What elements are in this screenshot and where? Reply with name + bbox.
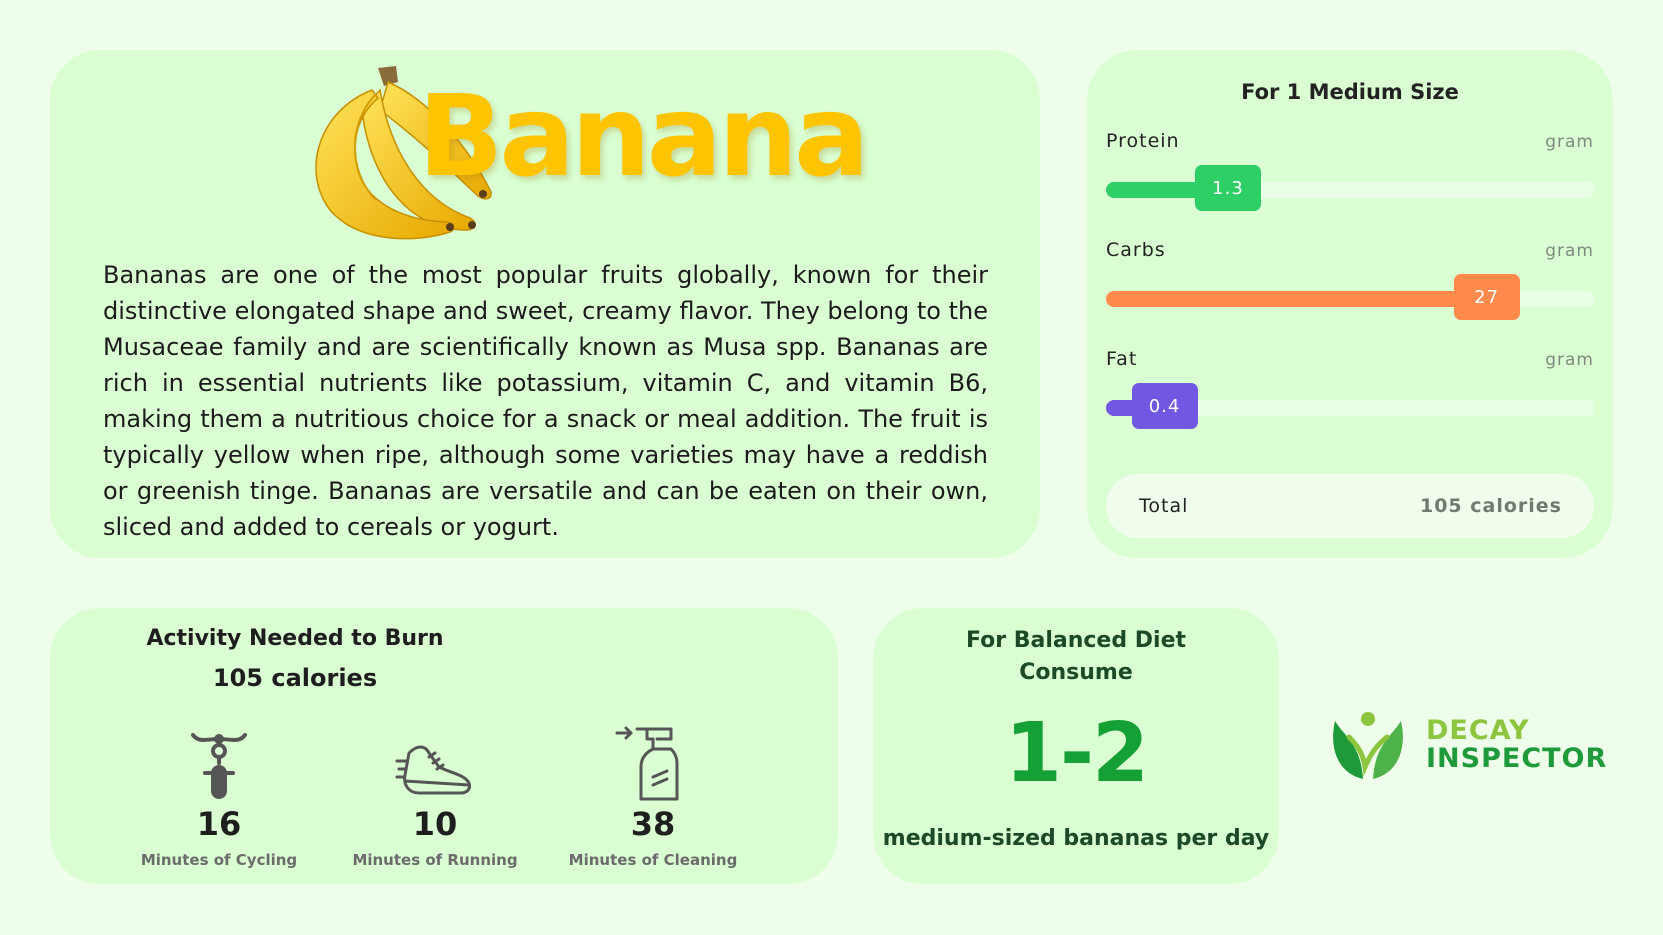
banana-card: Banana Bananas are one of the most popul… [50, 50, 1040, 558]
logo-text-inspector: INSPECTOR [1426, 743, 1608, 774]
leaf-person-icon [1333, 712, 1403, 779]
nutrient-value-badge: 0.4 [1131, 383, 1198, 429]
total-value: 105 calories [1419, 495, 1562, 517]
bicycle-icon [191, 733, 247, 799]
nutrient-unit: gram [1545, 241, 1594, 261]
activity-calories: 105 calories [212, 664, 378, 692]
activity-label: Minutes of Cycling [140, 851, 298, 869]
logo-text-decay: DECAY [1426, 715, 1530, 746]
activity-cycling: 16 Minutes of Cycling [119, 723, 319, 869]
activity-title: Activity Needed to Burn [146, 626, 444, 651]
banana-description: Bananas are one of the most popular frui… [103, 261, 988, 541]
nutrition-heading: For 1 Medium Size [1241, 80, 1459, 104]
activity-cleaning: 38 Minutes of Cleaning [553, 723, 753, 869]
nutrition-card: For 1 Medium Size Protein gram 1.3 Carbs… [1087, 50, 1613, 558]
activity-value: 16 [196, 805, 242, 843]
activity-value: 38 [630, 805, 676, 843]
activity-running: 10 Minutes of Running [335, 723, 535, 869]
decay-inspector-logo: DECAY INSPECTOR [1327, 707, 1617, 787]
nutrient-value-badge: 1.3 [1195, 165, 1261, 211]
diet-value: 1-2 [1004, 706, 1149, 801]
running-shoe-icon [395, 745, 471, 795]
nutrient-name: Fat [1106, 348, 1138, 370]
diet-card: For Balanced Diet Consume 1-2 medium-siz… [873, 608, 1279, 884]
banana-title: Banana [418, 72, 870, 202]
nutrient-bar-fill [1106, 291, 1487, 307]
spray-bottle-icon [615, 726, 679, 801]
nutrient-bar-track [1106, 291, 1594, 307]
nutrient-name: Protein [1106, 130, 1180, 152]
activity-card: Activity Needed to Burn 105 calories 16 … [50, 608, 838, 884]
activity-label: Minutes of Running [352, 851, 518, 869]
activity-value: 10 [412, 805, 458, 843]
nutrient-value-badge: 27 [1453, 274, 1520, 320]
diet-title-line2: Consume [1019, 660, 1133, 685]
diet-title-line1: For Balanced Diet [965, 628, 1187, 653]
total-calories-pill: Total 105 calories [1106, 474, 1594, 538]
nutrient-unit: gram [1545, 132, 1594, 152]
nutrient-name: Carbs [1106, 239, 1166, 261]
total-label: Total [1139, 495, 1189, 517]
nutrient-unit: gram [1545, 350, 1594, 370]
diet-subtitle: medium-sized bananas per day [882, 826, 1270, 851]
activity-label: Minutes of Cleaning [568, 851, 738, 869]
nutrient-bar-track [1106, 182, 1594, 198]
